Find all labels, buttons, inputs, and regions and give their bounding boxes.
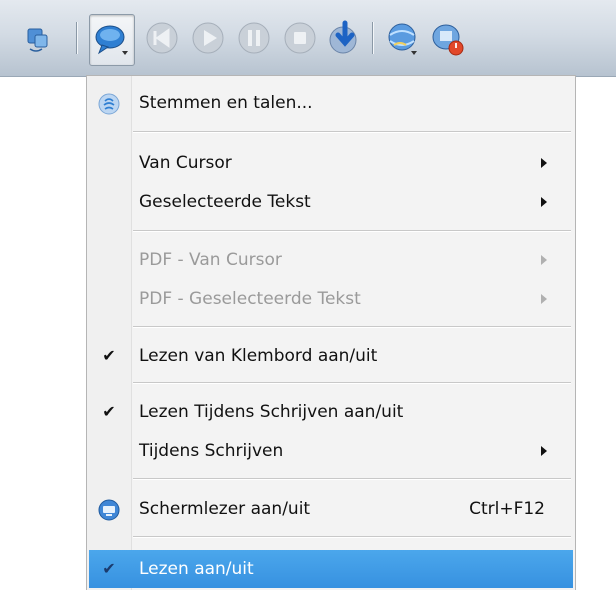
menu-item-label: Tijdens Schrijven xyxy=(139,441,284,461)
toolbar xyxy=(0,0,616,77)
checkmark-icon: ✔ xyxy=(102,402,116,421)
menu-item-label: PDF - Van Cursor xyxy=(139,250,282,270)
menu-item-reading-toggle[interactable]: ✔ Lezen aan/uit xyxy=(89,550,573,588)
menu-separator xyxy=(133,382,571,383)
submenu-arrow-icon xyxy=(541,446,547,456)
checkmark-icon: ✔ xyxy=(102,559,116,578)
checkmark-icon: ✔ xyxy=(102,346,116,365)
voices-icon xyxy=(97,92,121,116)
download-audio-icon[interactable] xyxy=(323,15,367,61)
submenu-arrow-icon xyxy=(541,158,547,168)
globe-menu-icon[interactable] xyxy=(381,15,425,61)
toolbar-separator xyxy=(372,22,373,54)
submenu-arrow-icon xyxy=(541,255,547,265)
stop-icon[interactable] xyxy=(278,15,322,61)
convert-icon[interactable] xyxy=(16,15,60,61)
menu-item-voices[interactable]: Stemmen en talen... xyxy=(89,86,573,120)
document-power-icon[interactable] xyxy=(426,15,470,61)
menu-item-clipboard-reading[interactable]: ✔ Lezen van Klembord aan/uit xyxy=(89,339,573,373)
previous-icon[interactable] xyxy=(140,15,184,61)
menu-separator xyxy=(133,478,571,479)
menu-item-shortcut: Ctrl+F12 xyxy=(469,499,545,519)
menu-item-label: Lezen van Klembord aan/uit xyxy=(139,346,378,366)
menu-separator xyxy=(133,536,571,537)
toolbar-separator xyxy=(76,22,77,54)
menu-item-selected-text[interactable]: Geselecteerde Tekst xyxy=(89,185,573,219)
menu-item-screen-reader[interactable]: Schermlezer aan/uit Ctrl+F12 xyxy=(89,492,573,526)
submenu-arrow-icon xyxy=(541,197,547,207)
menu-item-label: Lezen aan/uit xyxy=(139,559,254,579)
menu-item-pdf-selected-text: PDF - Geselecteerde Tekst xyxy=(89,282,573,316)
play-icon[interactable] xyxy=(186,15,230,61)
submenu-arrow-icon xyxy=(541,294,547,304)
context-menu: Stemmen en talen... Van Cursor Geselecte… xyxy=(86,75,576,590)
menu-item-label: Lezen Tijdens Schrijven aan/uit xyxy=(139,402,404,422)
menu-separator xyxy=(133,326,571,327)
pause-icon[interactable] xyxy=(232,15,276,61)
menu-item-label: Stemmen en talen... xyxy=(139,93,313,113)
menu-item-while-typing[interactable]: Tijdens Schrijven xyxy=(89,434,573,468)
menu-item-label: PDF - Geselecteerde Tekst xyxy=(139,289,361,309)
menu-item-from-cursor[interactable]: Van Cursor xyxy=(89,146,573,180)
menu-item-read-while-typing[interactable]: ✔ Lezen Tijdens Schrijven aan/uit xyxy=(89,395,573,429)
menu-item-pdf-from-cursor: PDF - Van Cursor xyxy=(89,243,573,277)
speech-bubble-menu-icon xyxy=(95,25,128,55)
menu-item-label: Van Cursor xyxy=(139,153,232,173)
menu-separator xyxy=(133,230,571,231)
screen-reader-icon xyxy=(97,498,121,522)
menu-item-label: Geselecteerde Tekst xyxy=(139,192,311,212)
speech-bubble-menu-button[interactable] xyxy=(89,14,135,66)
menu-separator xyxy=(133,131,571,132)
menu-item-label: Schermlezer aan/uit xyxy=(139,499,311,519)
